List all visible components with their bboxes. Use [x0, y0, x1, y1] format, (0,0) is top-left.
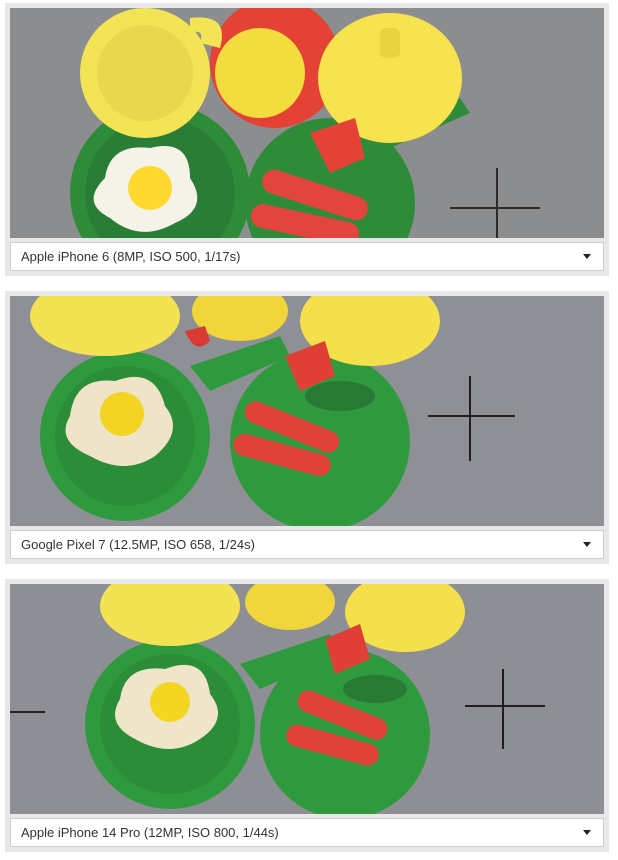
camera-select-label: Apple iPhone 6 (8MP, ISO 500, 1/17s): [21, 249, 241, 264]
camera-select-label: Google Pixel 7 (12.5MP, ISO 658, 1/24s): [21, 537, 255, 552]
camera-select[interactable]: Apple iPhone 6 (8MP, ISO 500, 1/17s): [10, 242, 604, 271]
comparison-panel-pixel-7: Google Pixel 7 (12.5MP, ISO 658, 1/24s): [5, 291, 609, 564]
camera-select-label: Apple iPhone 14 Pro (12MP, ISO 800, 1/44…: [21, 825, 279, 840]
comparison-panel-iphone-6: Apple iPhone 6 (8MP, ISO 500, 1/17s): [5, 3, 609, 276]
camera-select[interactable]: Apple iPhone 14 Pro (12MP, ISO 800, 1/44…: [10, 818, 604, 847]
caret-down-icon[interactable]: [583, 254, 591, 259]
caret-down-icon[interactable]: [583, 830, 591, 835]
comparison-panel-iphone-14-pro: Apple iPhone 14 Pro (12MP, ISO 800, 1/44…: [5, 579, 609, 852]
sample-photo: [10, 296, 604, 526]
sample-photo: [10, 8, 604, 238]
caret-down-icon[interactable]: [583, 542, 591, 547]
camera-select[interactable]: Google Pixel 7 (12.5MP, ISO 658, 1/24s): [10, 530, 604, 559]
sample-photo: [10, 584, 604, 814]
